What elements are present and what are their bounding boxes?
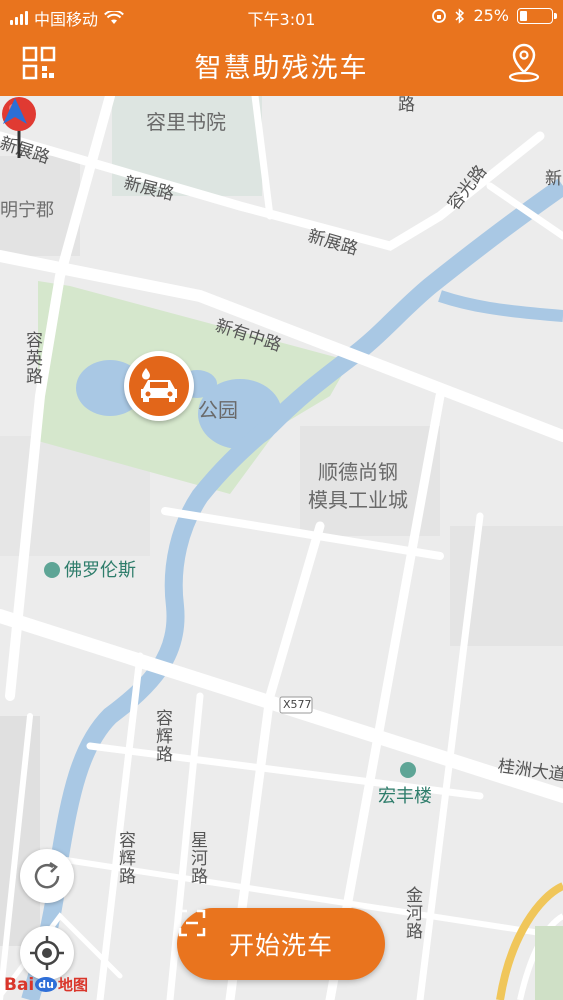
location-pin-icon[interactable] [507, 42, 541, 84]
map-label-mold-industrial-city: 模具工业城 [308, 488, 408, 512]
building-icon [400, 762, 416, 778]
road-label-top: 路 [398, 96, 415, 115]
bluetooth-icon [455, 7, 465, 24]
map-label-rongli-academy: 容里书院 [146, 110, 226, 134]
top-bar: 中国移动 下午3:01 25% 智慧助残洗车 [0, 0, 563, 96]
baidu-logo-part1: Bai [4, 975, 35, 995]
map-label-mingning: 明宁郡 [0, 200, 54, 221]
scan-icon [178, 909, 206, 937]
baidu-logo-part2: du [35, 977, 57, 992]
header: 智慧助残洗车 [0, 32, 563, 96]
road-label-ronghui-2: 容辉路 [115, 831, 135, 885]
car-wash-icon [141, 368, 177, 402]
baidu-logo-part3: 地图 [57, 976, 88, 994]
road-label-ronghui-1: 容辉路 [152, 709, 172, 763]
page-title: 智慧助残洗车 [194, 53, 369, 84]
battery-icon [517, 7, 557, 24]
road-label-xinghe: 星河路 [187, 831, 207, 885]
navigation-arrow-icon [3, 98, 27, 124]
map-label-hongfeng: 宏丰楼 [378, 762, 432, 808]
start-wash-button[interactable]: 开始洗车 [177, 908, 385, 980]
status-bar: 中国移动 下午3:01 25% [0, 0, 563, 32]
map-view[interactable]: 容里书院 明宁郡 顺德尚钢 模具工业城 公园 佛罗伦斯 宏丰楼 X577 路 新… [0, 96, 563, 1000]
poi-icon [44, 562, 60, 578]
baidu-map-logo: Bai du 地图 [4, 974, 88, 995]
map-label-park: 公园 [198, 398, 238, 422]
road-label-jinhe: 金河路 [402, 886, 422, 940]
map-label-x577: X577 [283, 698, 312, 711]
road-label-right-xin: 新 [545, 169, 562, 189]
battery-percent: 25% [473, 6, 509, 25]
map-label-foluolunsi-text: 佛罗伦斯 [64, 560, 136, 581]
refresh-icon [34, 861, 60, 889]
map-label-hongfeng-text: 宏丰楼 [378, 786, 432, 807]
map-label-shunde-steel: 顺德尚钢 [318, 460, 398, 484]
map-canvas[interactable] [0, 96, 563, 1000]
locate-icon [30, 936, 64, 970]
refresh-button[interactable] [20, 849, 74, 903]
start-wash-label: 开始洗车 [228, 931, 333, 960]
road-label-rongying: 容英路 [22, 331, 42, 385]
map-label-foluolunsi: 佛罗伦斯 [44, 556, 136, 582]
rotation-lock-icon [432, 8, 447, 23]
locate-me-button[interactable] [20, 926, 74, 980]
car-wash-marker[interactable] [124, 351, 194, 421]
